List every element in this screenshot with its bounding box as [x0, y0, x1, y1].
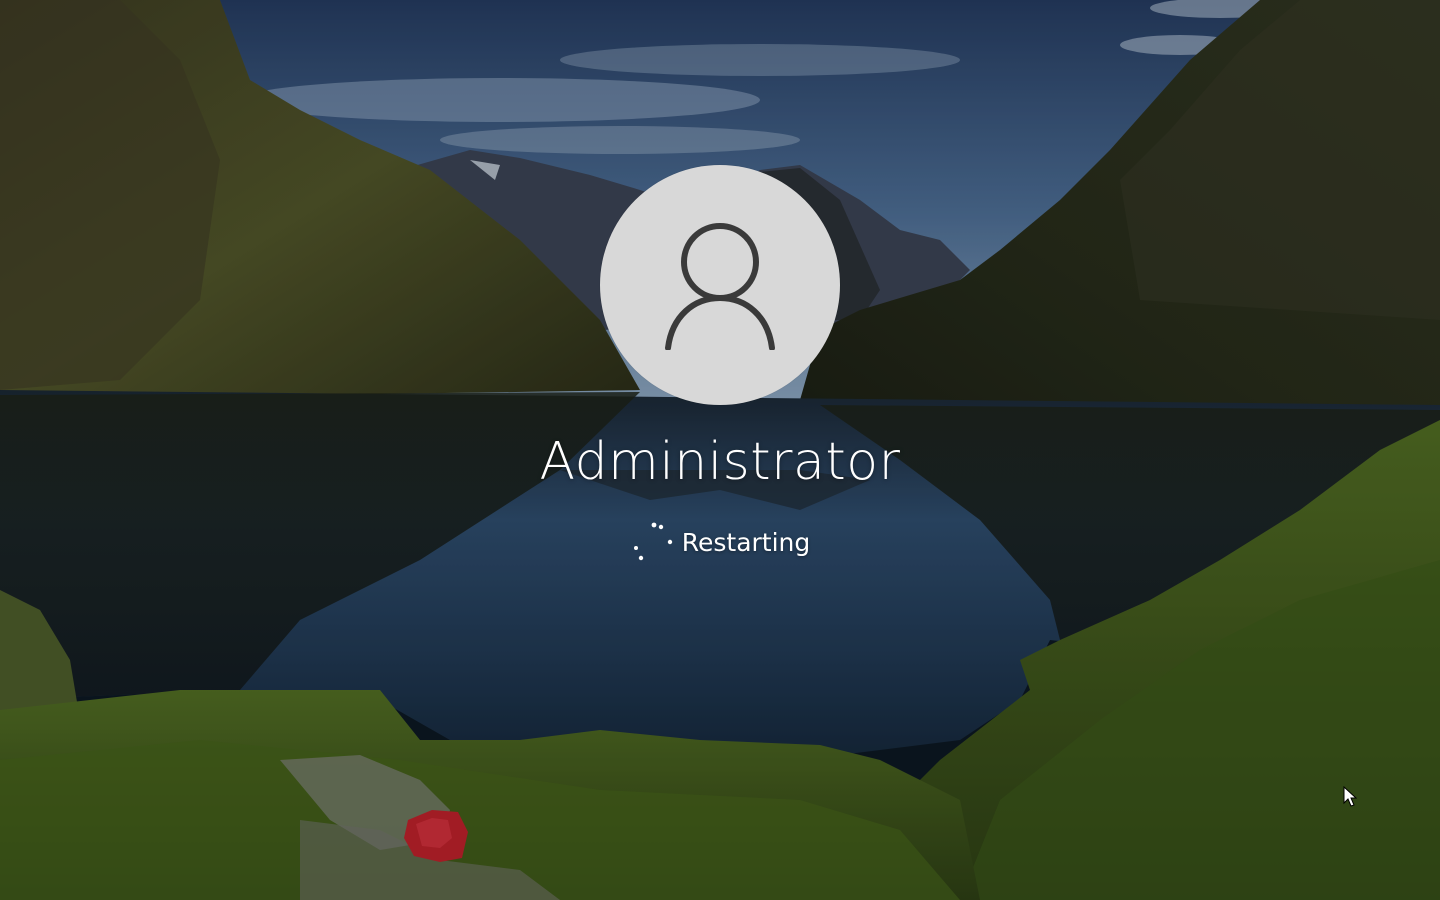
status-row: Restarting: [520, 520, 920, 564]
status-text: Restarting: [681, 527, 811, 557]
user-silhouette-icon: [665, 223, 775, 350]
lock-screen: Administrator Restarting: [0, 0, 1440, 900]
username-label: Administrator: [539, 432, 901, 492]
user-avatar: [600, 165, 840, 405]
loading-dots-spinner-icon: [633, 522, 672, 561]
mouse-pointer-icon: [1343, 786, 1357, 807]
